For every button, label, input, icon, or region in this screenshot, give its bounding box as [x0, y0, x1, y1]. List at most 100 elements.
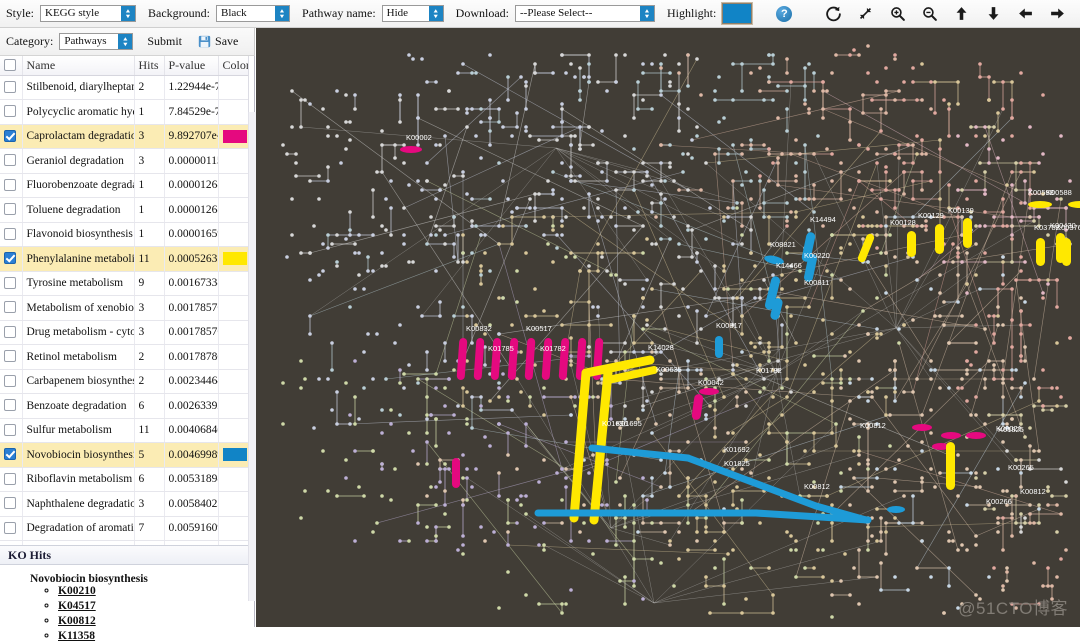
- row-checkbox[interactable]: [4, 276, 16, 289]
- submit-button[interactable]: Submit: [147, 34, 182, 49]
- fit-screen-icon[interactable]: [856, 5, 874, 23]
- table-row[interactable]: Phenylalanine metabolism110.00052635: [0, 246, 248, 272]
- highlighted-node[interactable]: [452, 458, 460, 488]
- table-row[interactable]: Toluene degradation 1 0.00001268: [0, 197, 248, 223]
- table-row[interactable]: Benzoate degradation 6 0.00263392: [0, 393, 248, 419]
- ko-link[interactable]: K04517: [58, 600, 96, 612]
- row-color[interactable]: [218, 197, 248, 223]
- row-color[interactable]: [218, 246, 248, 272]
- row-color[interactable]: [218, 491, 248, 517]
- row-checkbox-cell[interactable]: [0, 246, 23, 272]
- table-row[interactable]: Sulfur metabolism 11 0.00406840: [0, 418, 248, 443]
- table-scrollbar[interactable]: [248, 112, 256, 601]
- highlighted-node[interactable]: [1036, 238, 1045, 266]
- row-checkbox[interactable]: [4, 252, 16, 265]
- category-select[interactable]: Pathways ▲ ▼: [59, 33, 134, 50]
- table-row[interactable]: Geraniol degradation 3 0.00000115: [0, 148, 248, 174]
- row-checkbox[interactable]: [4, 301, 16, 314]
- highlighted-node[interactable]: [473, 338, 485, 380]
- color-chip[interactable]: [222, 129, 247, 143]
- highlight-color-swatch[interactable]: [721, 2, 754, 25]
- row-checkbox-cell[interactable]: [0, 418, 23, 443]
- row-checkbox-cell[interactable]: [0, 491, 23, 517]
- row-checkbox-cell[interactable]: [0, 516, 23, 541]
- row-color[interactable]: [218, 393, 248, 419]
- row-checkbox[interactable]: [4, 472, 16, 485]
- header-color[interactable]: Color: [218, 56, 248, 76]
- row-checkbox[interactable]: [4, 178, 16, 191]
- style-select[interactable]: KEGG style ▲ ▼: [40, 5, 137, 22]
- row-checkbox-cell[interactable]: [0, 197, 23, 223]
- table-row[interactable]: Caprolactam degradation 3 9.892707e-: [0, 124, 248, 149]
- highlighted-node[interactable]: [941, 432, 961, 439]
- row-checkbox[interactable]: [4, 399, 16, 412]
- list-item[interactable]: K00210: [58, 585, 248, 598]
- save-button[interactable]: Save: [198, 34, 238, 49]
- header-name[interactable]: Name: [22, 56, 135, 76]
- row-checkbox-cell[interactable]: [0, 295, 23, 321]
- row-checkbox-cell[interactable]: [0, 75, 23, 100]
- highlighted-node[interactable]: [456, 338, 468, 380]
- table-row[interactable]: Naphthalene degradation 3 0.00584023: [0, 491, 248, 517]
- row-checkbox-cell[interactable]: [0, 393, 23, 419]
- row-checkbox[interactable]: [4, 521, 16, 534]
- download-select[interactable]: --Please Select-- ▲ ▼: [515, 5, 655, 22]
- row-color[interactable]: [218, 148, 248, 174]
- color-chip[interactable]: [222, 252, 247, 266]
- row-checkbox[interactable]: [4, 227, 16, 240]
- table-row[interactable]: Stilbenoid, diarylheptanoid an21.22944e-…: [0, 75, 248, 100]
- table-row[interactable]: Polycyclic aromatic hydrocar17.84529e-7: [0, 99, 248, 125]
- row-checkbox-cell[interactable]: [0, 320, 23, 345]
- header-pvalue[interactable]: P-value: [164, 56, 219, 76]
- row-checkbox-cell[interactable]: [0, 124, 23, 149]
- highlighted-node[interactable]: [1028, 201, 1052, 208]
- row-color[interactable]: [218, 467, 248, 492]
- highlighted-node[interactable]: [699, 388, 719, 395]
- move-left-icon[interactable]: [1016, 5, 1034, 23]
- row-color[interactable]: [218, 344, 248, 370]
- row-checkbox[interactable]: [4, 423, 16, 436]
- table-row[interactable]: Fluorobenzoate degradation10.00001268: [0, 173, 248, 198]
- highlighted-node[interactable]: [400, 146, 422, 153]
- pathway-name-select[interactable]: Hide ▲ ▼: [381, 5, 444, 22]
- row-checkbox-cell[interactable]: [0, 369, 23, 394]
- table-row[interactable]: Tyrosine metabolism 9 0.00167338: [0, 271, 248, 296]
- help-icon[interactable]: ?: [776, 5, 793, 22]
- move-right-icon[interactable]: [1048, 5, 1066, 23]
- move-up-icon[interactable]: [952, 5, 970, 23]
- row-checkbox[interactable]: [4, 325, 16, 338]
- reset-icon[interactable]: [824, 5, 842, 23]
- row-color[interactable]: [218, 442, 248, 468]
- row-checkbox-cell[interactable]: [0, 467, 23, 492]
- row-checkbox[interactable]: [4, 448, 16, 461]
- row-color[interactable]: [218, 418, 248, 443]
- row-checkbox[interactable]: [4, 80, 16, 93]
- move-down-icon[interactable]: [984, 5, 1002, 23]
- row-color[interactable]: [218, 369, 248, 394]
- table-row[interactable]: Drug metabolism - cytochron30.00178576: [0, 320, 248, 345]
- highlighted-node[interactable]: [946, 442, 955, 490]
- table-row[interactable]: Degradation of aromatic com70.00591609: [0, 516, 248, 541]
- header-hits[interactable]: Hits: [134, 56, 165, 76]
- highlighted-edge[interactable]: [588, 444, 692, 462]
- row-color[interactable]: [218, 271, 248, 296]
- table-row[interactable]: Riboflavin metabolism 6 0.00531898: [0, 467, 248, 492]
- row-color[interactable]: [218, 99, 248, 125]
- row-checkbox[interactable]: [4, 105, 16, 118]
- row-checkbox-cell[interactable]: [0, 344, 23, 370]
- zoom-in-icon[interactable]: [888, 5, 906, 23]
- highlighted-node[interactable]: [887, 506, 905, 513]
- select-all-checkbox[interactable]: [4, 58, 16, 71]
- row-checkbox[interactable]: [4, 374, 16, 387]
- row-color[interactable]: [218, 516, 248, 541]
- row-color[interactable]: [218, 75, 248, 100]
- highlighted-node[interactable]: [1068, 201, 1080, 208]
- highlighted-node[interactable]: [966, 432, 986, 439]
- row-checkbox-cell[interactable]: [0, 271, 23, 296]
- table-row[interactable]: Carbapenem biosynthesis 2 0.00234464: [0, 369, 248, 394]
- zoom-out-icon[interactable]: [920, 5, 938, 23]
- row-checkbox[interactable]: [4, 350, 16, 363]
- list-item[interactable]: K00812: [58, 615, 248, 628]
- highlighted-node[interactable]: [935, 224, 944, 254]
- background-select[interactable]: Black ▲ ▼: [216, 5, 291, 22]
